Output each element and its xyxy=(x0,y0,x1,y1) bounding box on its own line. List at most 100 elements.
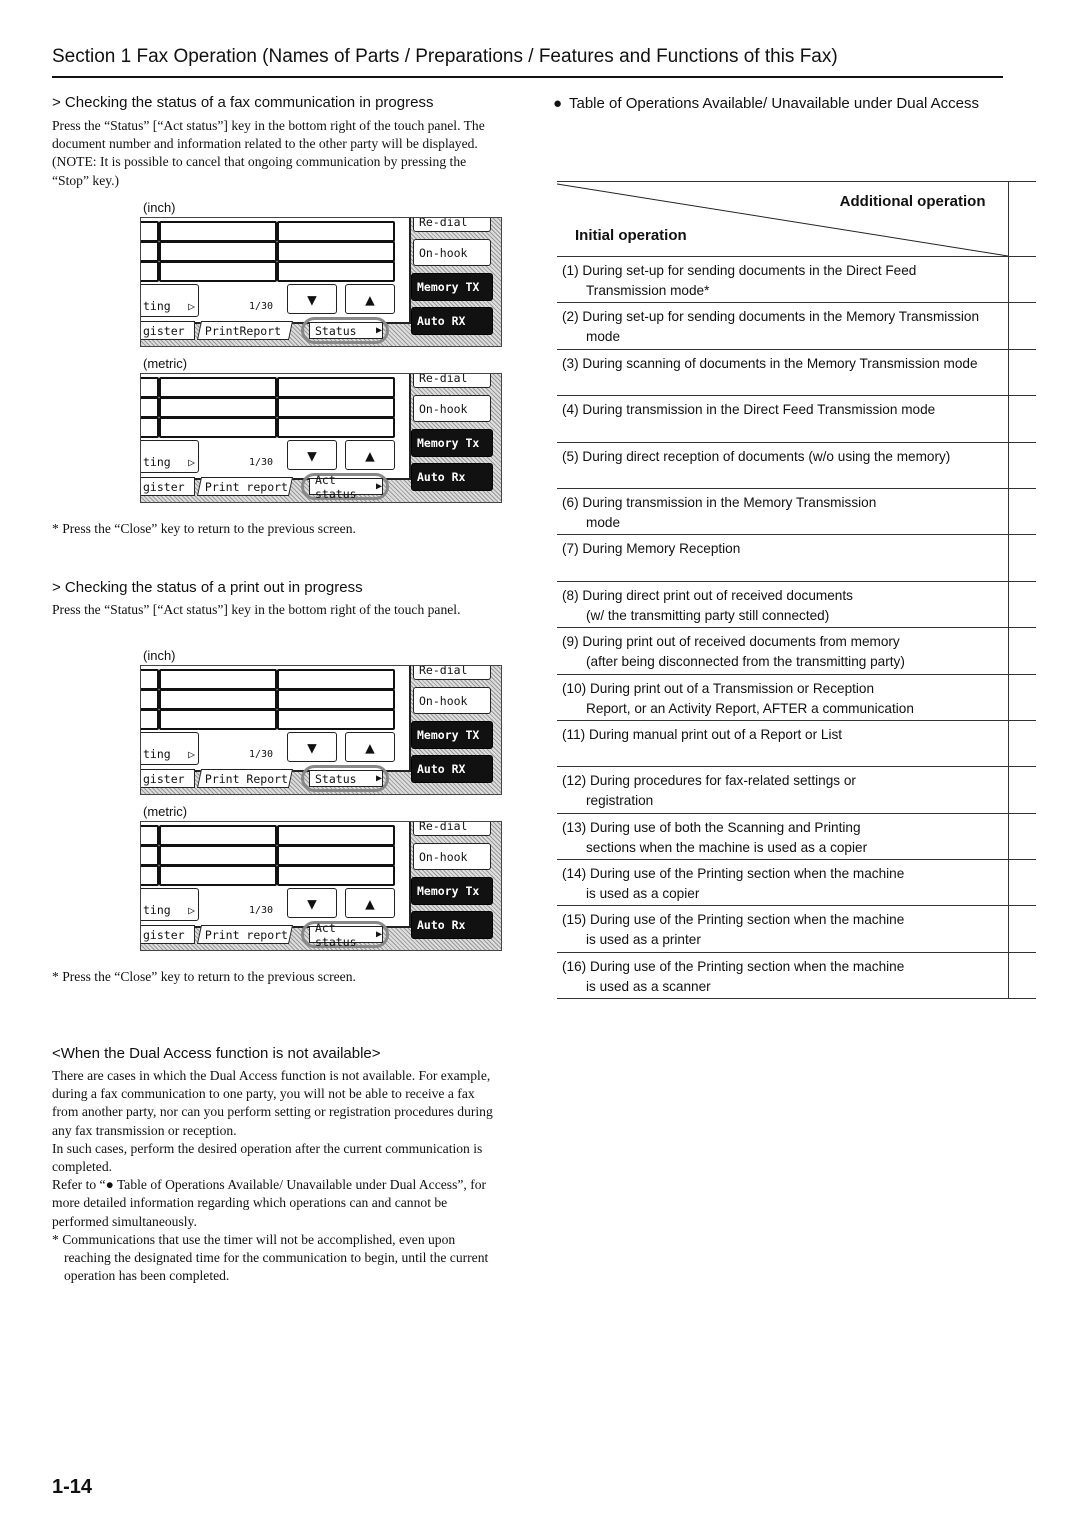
page-indicator: 1/30 xyxy=(249,749,274,760)
operation-text-cont: (after being disconnected from the trans… xyxy=(586,654,905,670)
status-key: Act status ▶ xyxy=(309,921,383,949)
operation-text-cont: mode xyxy=(586,329,621,345)
print-report-label: PrintReport xyxy=(205,323,282,338)
address-field xyxy=(159,377,277,398)
register-label: gister xyxy=(143,927,185,942)
initial-operation-cell: (13) During use of both the Scanning and… xyxy=(557,812,1009,861)
operation-text: (8) During direct print out of received … xyxy=(562,587,853,603)
initial-operation-cell: (5) During direct reception of documents… xyxy=(557,441,1009,489)
empty-cell xyxy=(1007,673,1036,721)
paragraph: In such cases, perform the desired opera… xyxy=(52,1140,483,1175)
triangle-right-icon: ▷ xyxy=(188,455,195,469)
print-report-tab: Print Report xyxy=(196,769,294,788)
table-row: (15) During use of the Printing section … xyxy=(557,905,1036,953)
register-label: gister xyxy=(143,479,185,494)
initial-operation-cell: (9) During print out of received documen… xyxy=(557,627,1009,675)
screen-area: ting ▷ 1/30 ▼ ▲ xyxy=(141,218,411,324)
operation-text: (2) During set-up for sending documents … xyxy=(562,309,980,325)
screen-area: ting ▷ 1/30 ▼ ▲ xyxy=(141,374,411,480)
table-row: (12) During procedures for fax-related s… xyxy=(557,766,1036,814)
field-stub xyxy=(141,709,159,730)
onhook-button: On-hook xyxy=(413,687,491,714)
onhook-button: On-hook xyxy=(413,843,491,870)
screen-area: ting ▷ 1/30 ▼ ▲ xyxy=(141,666,411,772)
table-row: (11) During manual print out of a Report… xyxy=(557,719,1036,768)
field-stub xyxy=(141,669,159,690)
table-row: (1) During set-up for sending documents … xyxy=(557,255,1036,304)
field-stub xyxy=(141,845,159,866)
empty-cell xyxy=(1007,487,1036,536)
page-number: 1-14 xyxy=(52,1476,93,1498)
table-row: (3) During scanning of documents in the … xyxy=(557,348,1036,397)
close-note: * Press the “Close” key to return to the… xyxy=(52,969,356,984)
address-field xyxy=(277,689,395,710)
arrow-up-icon: ▲ xyxy=(365,737,375,757)
setting-label: ting xyxy=(143,299,171,313)
register-tab: gister xyxy=(141,477,195,496)
initial-operation-cell: (3) During scanning of documents in the … xyxy=(557,348,1009,397)
dual-access-text: There are cases in which the Dual Access… xyxy=(52,1067,502,1285)
operation-text-cont: (w/ the transmitting party still connect… xyxy=(586,607,830,623)
setting-button: ting ▷ xyxy=(141,440,199,473)
empty-cell xyxy=(1007,302,1036,350)
arrow-up-icon: ▲ xyxy=(365,893,375,913)
field-stub xyxy=(141,377,159,398)
empty-cell xyxy=(1007,255,1036,304)
header-rule xyxy=(52,76,1003,78)
table-heading-text: Table of Operations Available/ Unavailab… xyxy=(569,95,979,112)
empty-cell xyxy=(1007,441,1036,489)
table-row: (9) During print out of received documen… xyxy=(557,627,1036,675)
dual-access-heading: <When the Dual Access function is not av… xyxy=(52,1045,381,1062)
operations-table: Additional operation Initial operation (… xyxy=(557,181,1036,1000)
triangle-right-icon: ▷ xyxy=(188,299,195,313)
address-field xyxy=(277,261,395,282)
touch-panel-screenshot: ting ▷ 1/30 ▼ ▲ gister Print report Act s… xyxy=(140,821,502,951)
table-row: (4) During transmission in the Direct Fe… xyxy=(557,395,1036,443)
print-report-label: Print Report xyxy=(205,771,289,786)
table-heading: ● Table of Operations Available/ Unavail… xyxy=(553,94,983,114)
touch-panel-screenshot: ting ▷ 1/30 ▼ ▲ gister PrintReport Status… xyxy=(140,217,502,347)
arrow-up-icon: ▲ xyxy=(365,445,375,465)
address-field xyxy=(277,865,395,886)
onhook-label: On-hook xyxy=(419,849,468,864)
arrow-down-icon: ▼ xyxy=(307,445,317,465)
initial-operation-cell: (10) During print out of a Transmission … xyxy=(557,673,1009,721)
print-report-tab: PrintReport xyxy=(196,321,294,340)
print-report-tab: Print report xyxy=(196,925,294,944)
auto-rx-button: Auto RX xyxy=(411,307,493,335)
memory-tx-label: Memory Tx xyxy=(417,436,480,450)
operation-text: (13) During use of both the Scanning and… xyxy=(562,819,861,835)
onhook-label: On-hook xyxy=(419,401,468,416)
table-row: (6) During transmission in the Memory Tr… xyxy=(557,487,1036,536)
arrow-down-icon: ▼ xyxy=(307,289,317,309)
panel-caption: (metric) xyxy=(143,356,188,371)
close-note: * Press the “Close” key to return to the… xyxy=(52,521,356,536)
table-row: (7) During Memory Reception xyxy=(557,534,1036,582)
operation-text: (5) During direct reception of documents… xyxy=(562,448,951,464)
redial-button: Re-dial xyxy=(413,666,491,680)
initial-operation-cell: (12) During procedures for fax-related s… xyxy=(557,766,1009,814)
status-key: Status ▶ xyxy=(309,770,383,787)
register-tab: gister xyxy=(141,925,195,944)
redial-label: Re-dial xyxy=(419,373,468,385)
bullet-icon: ● xyxy=(553,95,563,112)
operation-text: (6) During transmission in the Memory Tr… xyxy=(562,494,877,510)
empty-cell xyxy=(1007,766,1036,814)
print-status-heading: > Checking the status of a print out in … xyxy=(52,579,363,596)
redial-label: Re-dial xyxy=(419,217,468,229)
paragraph: Refer to “● Table of Operations Availabl… xyxy=(52,1177,487,1229)
initial-operation-cell: (16) During use of the Printing section … xyxy=(557,951,1009,1000)
empty-cell xyxy=(1007,181,1036,257)
panel-caption: (metric) xyxy=(143,804,188,819)
setting-label: ting xyxy=(143,903,171,917)
address-field xyxy=(159,865,277,886)
address-field xyxy=(277,845,395,866)
empty-cell xyxy=(1007,348,1036,397)
address-field xyxy=(159,709,277,730)
empty-cell xyxy=(1007,580,1036,629)
table-row: (5) During direct reception of documents… xyxy=(557,441,1036,489)
address-field xyxy=(277,221,395,242)
operation-text-cont: is used as a printer xyxy=(586,932,701,948)
address-field xyxy=(159,845,277,866)
operation-text: (3) During scanning of documents in the … xyxy=(562,355,978,371)
